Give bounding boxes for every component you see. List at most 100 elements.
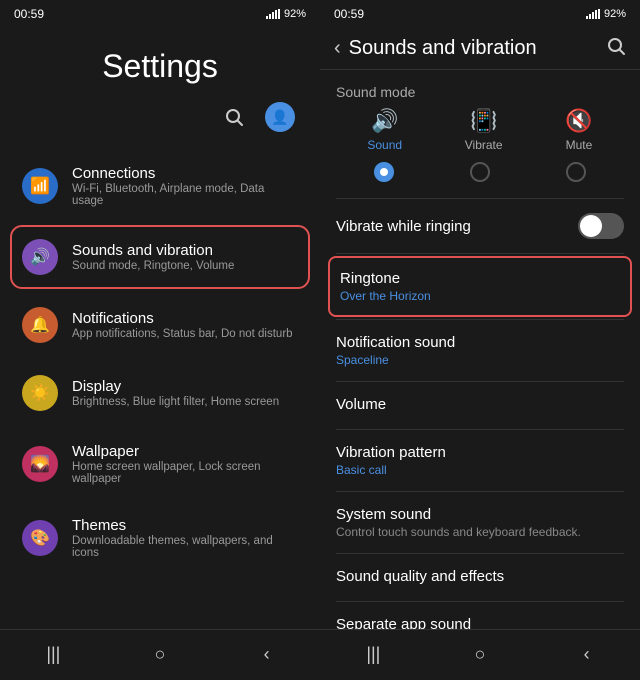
display-text: Display Brightness, Blue light filter, H… [72, 378, 279, 408]
themes-text: Themes Downloadable themes, wallpapers, … [72, 517, 298, 559]
settings-item-notifications[interactable]: 🔔 Notifications App notifications, Statu… [10, 293, 310, 357]
settings-title: Settings [102, 48, 218, 85]
header-search-button[interactable] [606, 36, 626, 61]
notification-sound-value: Spaceline [336, 353, 624, 367]
right-content: Sound mode 🔊 Sound 📳 Vibrate 🔇 Mute [320, 70, 640, 629]
sound-option-sound[interactable]: 🔊 Sound [367, 108, 402, 152]
sounds-subtitle: Sound mode, Ringtone, Volume [72, 260, 234, 272]
notification-sound-row[interactable]: Notification sound Spaceline [320, 320, 640, 381]
themes-title: Themes [72, 517, 298, 534]
connections-icon: 📶 [22, 168, 58, 204]
notifications-text: Notifications App notifications, Status … [72, 310, 293, 340]
divider-2 [336, 253, 624, 254]
right-nav-recent[interactable]: ||| [353, 640, 393, 668]
right-panel: 00:59 92% ‹ Sounds and vibration Sound m… [320, 0, 640, 680]
radio-row [336, 162, 624, 182]
right-time: 00:59 [334, 7, 364, 21]
radio-sound[interactable] [374, 162, 394, 182]
connections-title: Connections [72, 165, 298, 182]
vibrate-while-ringing-toggle[interactable] [578, 213, 624, 239]
sound-label: Sound [367, 138, 402, 152]
left-nav-back[interactable]: ‹ [247, 640, 287, 668]
search-row: 👤 [20, 101, 300, 133]
wallpaper-text: Wallpaper Home screen wallpaper, Lock sc… [72, 443, 298, 485]
connections-subtitle: Wi-Fi, Bluetooth, Airplane mode, Data us… [72, 183, 298, 207]
notifications-subtitle: App notifications, Status bar, Do not di… [72, 328, 293, 340]
profile-button[interactable]: 👤 [264, 101, 296, 133]
right-header: ‹ Sounds and vibration [320, 28, 640, 70]
right-nav-bar: ||| ○ ‹ [320, 629, 640, 680]
settings-title-area: Settings 👤 [0, 28, 320, 151]
sound-mode-section: 🔊 Sound 📳 Vibrate 🔇 Mute [320, 108, 640, 198]
sound-option-vibrate[interactable]: 📳 Vibrate [465, 108, 503, 152]
vibration-pattern-row[interactable]: Vibration pattern Basic call [320, 430, 640, 491]
wallpaper-icon: 🌄 [22, 446, 58, 482]
right-nav-home[interactable]: ○ [460, 640, 500, 668]
vibrate-while-ringing-label: Vibrate while ringing [336, 218, 471, 235]
display-subtitle: Brightness, Blue light filter, Home scre… [72, 396, 279, 408]
ringtone-value: Over the Horizon [340, 289, 620, 303]
sound-mode-options: 🔊 Sound 📳 Vibrate 🔇 Mute [336, 108, 624, 152]
right-battery: 92% [604, 8, 626, 20]
settings-item-sounds[interactable]: 🔊 Sounds and vibration Sound mode, Ringt… [10, 225, 310, 289]
left-status-right: 92% [266, 8, 306, 20]
display-title: Display [72, 378, 279, 395]
radio-mute[interactable] [566, 162, 586, 182]
right-status-bar: 00:59 92% [320, 0, 640, 28]
mute-icon: 🔇 [565, 108, 592, 134]
right-signal-icon [586, 9, 600, 19]
settings-list: 📶 Connections Wi-Fi, Bluetooth, Airplane… [0, 151, 320, 629]
radio-vibrate[interactable] [470, 162, 490, 182]
right-status-right: 92% [586, 8, 626, 20]
system-sound-row[interactable]: System sound Control touch sounds and ke… [320, 492, 640, 553]
vibrate-icon: 📳 [470, 108, 497, 134]
separate-app-sound-row[interactable]: Separate app sound [320, 602, 640, 629]
vibration-pattern-title: Vibration pattern [336, 444, 624, 461]
left-panel: 00:59 92% Settings 👤 [0, 0, 320, 680]
signal-icon [266, 9, 280, 19]
settings-item-wallpaper[interactable]: 🌄 Wallpaper Home screen wallpaper, Lock … [10, 429, 310, 499]
mute-label: Mute [566, 138, 593, 152]
sound-quality-row[interactable]: Sound quality and effects [320, 554, 640, 601]
notification-sound-title: Notification sound [336, 334, 624, 351]
system-sound-subtitle: Control touch sounds and keyboard feedba… [336, 525, 624, 539]
settings-item-connections[interactable]: 📶 Connections Wi-Fi, Bluetooth, Airplane… [10, 151, 310, 221]
left-nav-bar: ||| ○ ‹ [0, 629, 320, 680]
sounds-title: Sounds and vibration [72, 242, 234, 259]
left-battery: 92% [284, 8, 306, 20]
ringtone-title: Ringtone [340, 270, 620, 287]
settings-item-display[interactable]: ☀️ Display Brightness, Blue light filter… [10, 361, 310, 425]
notifications-icon: 🔔 [22, 307, 58, 343]
left-time: 00:59 [14, 7, 44, 21]
volume-row[interactable]: Volume [320, 382, 640, 429]
themes-subtitle: Downloadable themes, wallpapers, and ico… [72, 535, 298, 559]
sound-option-mute[interactable]: 🔇 Mute [565, 108, 592, 152]
left-nav-home[interactable]: ○ [140, 640, 180, 668]
display-icon: ☀️ [22, 375, 58, 411]
back-button[interactable]: ‹ [334, 37, 341, 60]
left-nav-recent[interactable]: ||| [33, 640, 73, 668]
left-status-bar: 00:59 92% [0, 0, 320, 28]
wallpaper-title: Wallpaper [72, 443, 298, 460]
right-header-title: Sounds and vibration [349, 37, 606, 60]
volume-title: Volume [336, 396, 624, 413]
wallpaper-subtitle: Home screen wallpaper, Lock screen wallp… [72, 461, 298, 485]
sound-icon: 🔊 [371, 108, 398, 134]
search-button[interactable] [218, 101, 250, 133]
connections-text: Connections Wi-Fi, Bluetooth, Airplane m… [72, 165, 298, 207]
separate-app-sound-title: Separate app sound [336, 616, 624, 629]
ringtone-row[interactable]: Ringtone Over the Horizon [328, 256, 632, 317]
right-nav-back[interactable]: ‹ [567, 640, 607, 668]
settings-item-themes[interactable]: 🎨 Themes Downloadable themes, wallpapers… [10, 503, 310, 573]
sound-quality-title: Sound quality and effects [336, 568, 624, 585]
vibrate-label: Vibrate [465, 138, 503, 152]
vibrate-while-ringing-row[interactable]: Vibrate while ringing [320, 199, 640, 253]
sounds-text: Sounds and vibration Sound mode, Rington… [72, 242, 234, 272]
profile-avatar: 👤 [265, 102, 295, 132]
notifications-title: Notifications [72, 310, 293, 327]
vibration-pattern-value: Basic call [336, 463, 624, 477]
sounds-icon: 🔊 [22, 239, 58, 275]
themes-icon: 🎨 [22, 520, 58, 556]
sound-mode-label: Sound mode [320, 70, 640, 108]
system-sound-title: System sound [336, 506, 624, 523]
